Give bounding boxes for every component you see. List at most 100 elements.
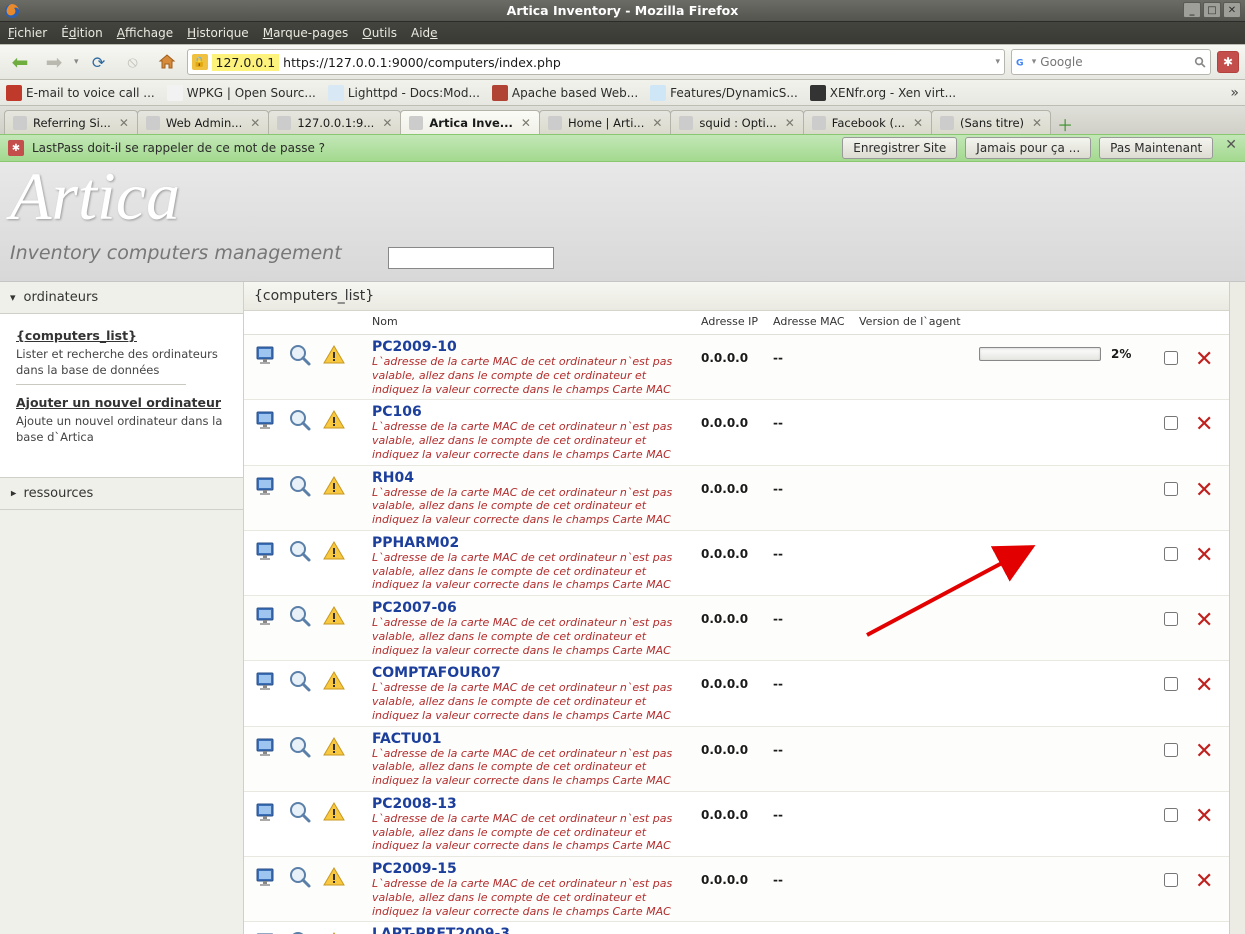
browser-tab[interactable]: (Sans titre)✕ xyxy=(931,110,1051,134)
magnify-icon[interactable] xyxy=(288,669,312,693)
computer-name[interactable]: PC2009-10 xyxy=(372,339,691,355)
tab-close-icon[interactable]: ✕ xyxy=(119,116,129,130)
browser-tab[interactable]: Home | Arti...✕ xyxy=(539,110,671,134)
bookmarks-overflow-icon[interactable]: » xyxy=(1230,85,1239,101)
tab-close-icon[interactable]: ✕ xyxy=(521,116,531,130)
menu-historique[interactable]: Historique xyxy=(187,26,249,40)
lastpass-never-button[interactable]: Jamais pour ça ... xyxy=(965,137,1091,159)
row-checkbox[interactable] xyxy=(1164,743,1178,757)
browser-tab[interactable]: Referring Si...✕ xyxy=(4,110,138,134)
magnify-icon[interactable] xyxy=(288,865,312,889)
url-dropdown-icon[interactable]: ▾ xyxy=(995,57,1000,67)
close-button[interactable]: ✕ xyxy=(1223,2,1241,18)
sidebar-link-computers-list[interactable]: {computers_list} xyxy=(16,328,227,343)
computer-name[interactable]: RH04 xyxy=(372,470,691,486)
computer-name[interactable]: PPHARM02 xyxy=(372,535,691,551)
minimize-button[interactable]: _ xyxy=(1183,2,1201,18)
search-icon[interactable] xyxy=(1194,55,1206,69)
magnify-icon[interactable] xyxy=(288,343,312,367)
magnify-icon[interactable] xyxy=(288,735,312,759)
row-checkbox[interactable] xyxy=(1164,416,1178,430)
browser-tab[interactable]: squid : Opti...✕ xyxy=(670,110,803,134)
menu-affichage[interactable]: Affichage xyxy=(117,26,173,40)
tab-close-icon[interactable]: ✕ xyxy=(382,116,392,130)
tab-close-icon[interactable]: ✕ xyxy=(785,116,795,130)
menu-aide[interactable]: Aide xyxy=(411,26,438,40)
row-checkbox[interactable] xyxy=(1164,351,1178,365)
magnify-icon[interactable] xyxy=(288,800,312,824)
computer-icon[interactable] xyxy=(254,343,278,367)
browser-tab[interactable]: 127.0.0.1:9...✕ xyxy=(268,110,401,134)
tab-close-icon[interactable]: ✕ xyxy=(250,116,260,130)
computer-icon[interactable] xyxy=(254,474,278,498)
computer-name[interactable]: PC2007-06 xyxy=(372,600,691,616)
computer-icon[interactable] xyxy=(254,800,278,824)
browser-tab[interactable]: Facebook (...✕ xyxy=(803,110,932,134)
bookmark-item[interactable]: XENfr.org - Xen virt... xyxy=(810,85,956,101)
bookmark-item[interactable]: Features/DynamicS... xyxy=(650,85,798,101)
bookmark-label: Apache based Web... xyxy=(512,86,638,100)
row-checkbox[interactable] xyxy=(1164,873,1178,887)
table-row: PC106L`adresse de la carte MAC de cet or… xyxy=(244,400,1245,465)
computer-icon[interactable] xyxy=(254,539,278,563)
search-input[interactable] xyxy=(1040,55,1190,69)
search-box[interactable]: G ▾ xyxy=(1011,49,1211,75)
magnify-icon[interactable] xyxy=(288,539,312,563)
sidebar-link-add-computer[interactable]: Ajouter un nouvel ordinateur xyxy=(16,395,227,410)
menu-edition[interactable]: Édition xyxy=(61,26,103,40)
back-button[interactable]: ⬅ xyxy=(6,48,34,76)
bookmark-item[interactable]: E-mail to voice call ... xyxy=(6,85,155,101)
row-checkbox[interactable] xyxy=(1164,808,1178,822)
computer-name[interactable]: PC2008-13 xyxy=(372,796,691,812)
computer-name[interactable]: PC106 xyxy=(372,404,691,420)
sidebar-section-ordinateurs[interactable]: ▾ ordinateurs xyxy=(0,282,243,314)
magnify-icon[interactable] xyxy=(288,930,312,934)
tab-close-icon[interactable]: ✕ xyxy=(913,116,923,130)
url-bar[interactable]: 🔒 127.0.0.1 https://127.0.0.1:9000/compu… xyxy=(187,49,1005,75)
menu-fichier[interactable]: Fichier xyxy=(8,26,47,40)
tab-close-icon[interactable]: ✕ xyxy=(1032,116,1042,130)
computer-icon[interactable] xyxy=(254,865,278,889)
magnify-icon[interactable] xyxy=(288,604,312,628)
maximize-button[interactable]: □ xyxy=(1203,2,1221,18)
browser-tab[interactable]: Web Admin...✕ xyxy=(137,110,269,134)
lastpass-notnow-button[interactable]: Pas Maintenant xyxy=(1099,137,1213,159)
bookmark-item[interactable]: WPKG | Open Sourc... xyxy=(167,85,316,101)
computer-icon[interactable] xyxy=(254,930,278,934)
bookmark-item[interactable]: Apache based Web... xyxy=(492,85,638,101)
computer-name[interactable]: PC2009-15 xyxy=(372,861,691,877)
computer-name[interactable]: FACTU01 xyxy=(372,731,691,747)
history-dropdown-icon[interactable]: ▾ xyxy=(74,57,79,67)
home-button[interactable] xyxy=(153,48,181,76)
computer-name[interactable]: LAPT-PRET2009-3 xyxy=(372,926,691,934)
bookmark-item[interactable]: Lighttpd - Docs:Mod... xyxy=(328,85,480,101)
computer-icon[interactable] xyxy=(254,669,278,693)
computer-icon[interactable] xyxy=(254,408,278,432)
warning-icon xyxy=(322,800,346,824)
lastpass-save-button[interactable]: Enregistrer Site xyxy=(842,137,957,159)
stop-button[interactable]: ⦸ xyxy=(119,48,147,76)
row-checkbox[interactable] xyxy=(1164,677,1178,691)
forward-button[interactable]: ➡ xyxy=(40,48,68,76)
magnify-icon[interactable] xyxy=(288,408,312,432)
bookmark-label: E-mail to voice call ... xyxy=(26,86,155,100)
page-search-input[interactable] xyxy=(388,247,554,269)
mac-address: -- xyxy=(773,665,859,691)
computer-name[interactable]: COMPTAFOUR07 xyxy=(372,665,691,681)
magnify-icon[interactable] xyxy=(288,474,312,498)
lastpass-toolbar-button[interactable]: ✱ xyxy=(1217,51,1239,73)
browser-tab[interactable]: Artica Inve...✕ xyxy=(400,110,540,134)
computer-icon[interactable] xyxy=(254,604,278,628)
new-tab-button[interactable]: ＋ xyxy=(1054,114,1076,134)
sidebar-section-ressources[interactable]: ▾ ressources xyxy=(0,478,243,510)
lastpass-close-icon[interactable]: ✕ xyxy=(1225,137,1237,159)
tab-close-icon[interactable]: ✕ xyxy=(652,116,662,130)
row-checkbox[interactable] xyxy=(1164,482,1178,496)
reload-button[interactable]: ⟳ xyxy=(85,48,113,76)
row-checkbox[interactable] xyxy=(1164,547,1178,561)
menu-outils[interactable]: Outils xyxy=(362,26,397,40)
computer-icon[interactable] xyxy=(254,735,278,759)
row-checkbox[interactable] xyxy=(1164,612,1178,626)
search-engine-dropdown-icon[interactable]: ▾ xyxy=(1032,57,1037,67)
menu-marquepages[interactable]: Marque-pages xyxy=(263,26,349,40)
